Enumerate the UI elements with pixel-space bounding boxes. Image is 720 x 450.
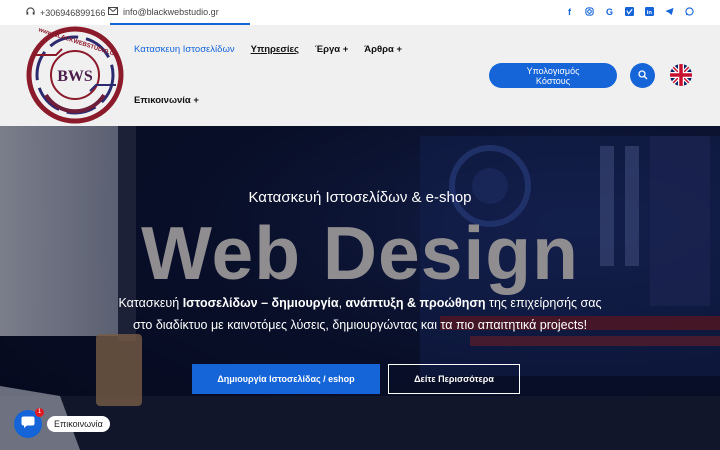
vimeo-icon[interactable] [625,6,634,17]
phone-number: +306946899166 [40,7,106,18]
telegram-icon[interactable] [665,6,674,17]
hero-text-bold: ανάπτυξη & προώθηση [345,296,486,310]
hero-text-bold: Ιστοσελίδων – δημιουργία [182,296,339,310]
top-bar: +306946899166 info@blackwebstudio.gr f G… [0,0,720,25]
hero-text-part: , [338,296,346,310]
nav-item-projects[interactable]: Έργα + [315,44,348,55]
facebook-icon[interactable]: f [565,6,574,17]
email-contact[interactable]: info@blackwebstudio.gr [108,7,219,17]
cta-line2: Κόστους [535,76,571,86]
hero-subtitle: Κατασκευή Ιστοσελίδων & e-shop [248,189,472,206]
email-address: info@blackwebstudio.gr [123,7,219,17]
site-header: BWS www.BLACKWEBSTUDIO.GR Κατασκευη Ιστο… [0,25,720,126]
main-nav-row2: Επικοινωνία + [134,95,199,106]
cta-line1: Υπολογισμός [526,66,580,76]
instagram-icon[interactable] [585,6,594,17]
envelope-icon [108,7,118,17]
whatsapp-icon[interactable] [685,6,694,17]
chat-label[interactable]: Επικοινωνία [47,416,110,432]
hero-description-line2: στο διαδίκτυο με καινοτόμες λύσεις, δημι… [132,318,588,332]
hero-section: Κατασκευή Ιστοσελίδων & e-shop Web Desig… [0,126,720,450]
nav-item-services[interactable]: Υπηρεσίες [251,44,299,55]
social-links: f G in [565,6,694,17]
main-nav: Κατασκευη Ιστοσελίδων Υπηρεσίες Έργα + Ά… [134,44,402,55]
hero-text-part: Κατασκευή [118,296,183,310]
headset-icon [26,7,35,18]
search-button[interactable] [630,63,655,88]
linkedin-icon[interactable]: in [645,6,654,17]
uk-flag-icon[interactable] [670,64,692,86]
hero-description: Κατασκευή Ιστοσελίδων – δημιουργία, ανάπ… [0,292,720,336]
logo-mark: BWS [57,68,93,85]
cost-calculator-button[interactable]: Υπολογισμός Κόστους [489,63,617,88]
nav-item-articles[interactable]: Άρθρα + [364,44,402,55]
svg-text:in: in [647,10,653,16]
hero-title: Web Design [141,211,579,295]
hero-description-line1: Κατασκευή Ιστοσελίδων – δημιουργία, ανάπ… [0,292,720,314]
chat-icon [21,415,35,433]
chat-notification-badge: 1 [35,408,44,417]
search-icon [637,67,648,85]
site-logo[interactable]: BWS www.BLACKWEBSTUDIO.GR [24,25,126,125]
hero-text-part: της επιχείρησής σας [485,296,602,310]
phone-contact[interactable]: +306946899166 [26,7,105,18]
google-icon[interactable]: G [605,6,614,17]
see-more-button[interactable]: Δείτε Περισσότερα [388,364,520,394]
create-website-button[interactable]: Δημιουργία Ιστοσελίδας / eshop [192,364,380,394]
nav-item-contact[interactable]: Επικοινωνία + [134,95,199,106]
nav-item-website-building[interactable]: Κατασκευη Ιστοσελίδων [134,44,235,55]
